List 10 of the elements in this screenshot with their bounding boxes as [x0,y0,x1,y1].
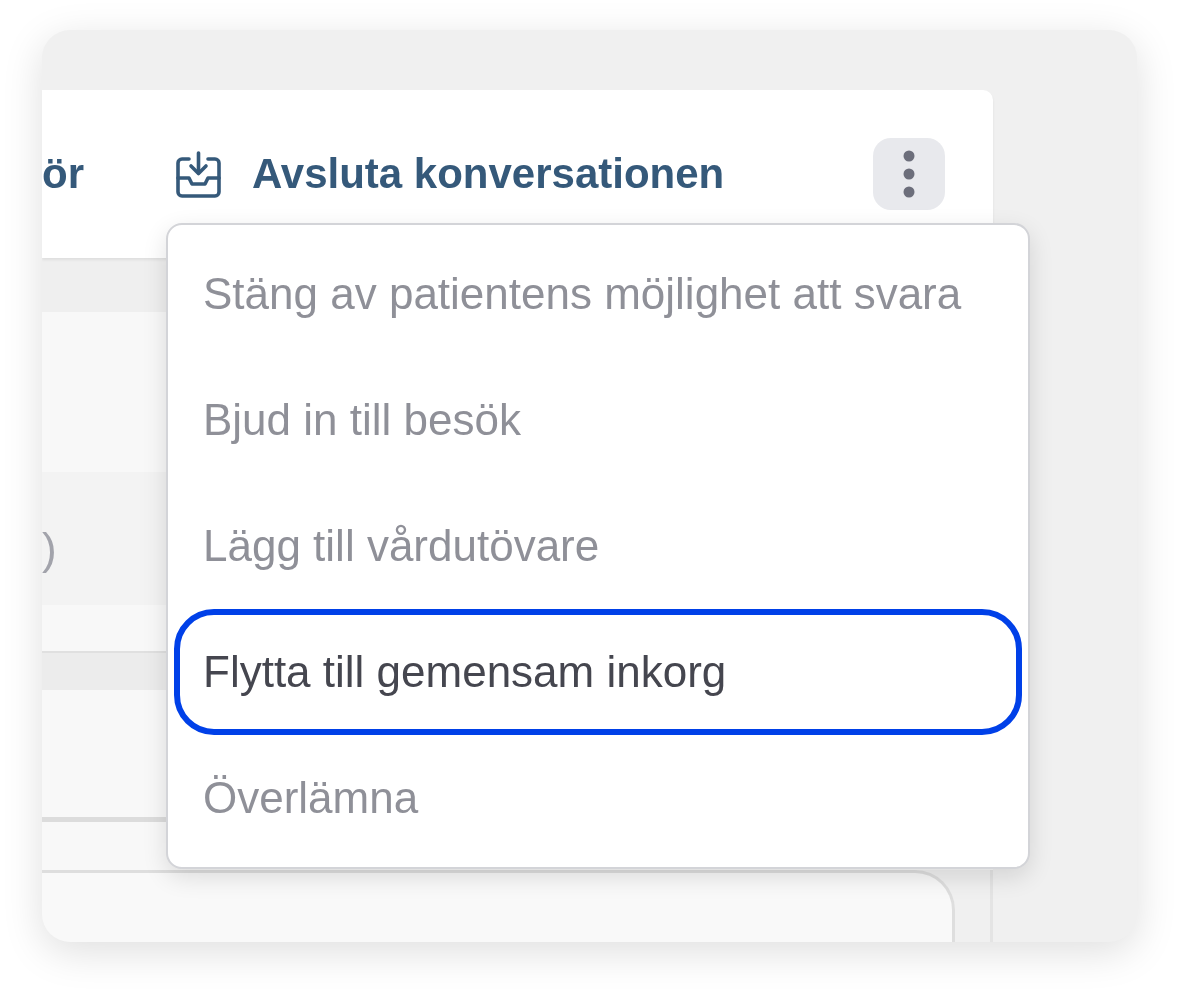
menu-item[interactable]: Stäng av patientens möjlighet att svara [174,231,1022,357]
menu-item[interactable]: Bjud in till besök [174,357,1022,483]
row-text: ) [42,526,57,571]
dots-vertical-icon [903,150,915,198]
more-button[interactable] [873,138,945,210]
menu-item[interactable]: Överlämna [174,735,1022,861]
header-link-text[interactable]: ör [42,153,84,195]
menu-item[interactable]: Lägg till vårdutövare [174,483,1022,609]
action-button[interactable]: Avsluta konversationen [176,150,725,198]
menu-item[interactable]: Flytta till gemensam inkorg [174,609,1022,735]
